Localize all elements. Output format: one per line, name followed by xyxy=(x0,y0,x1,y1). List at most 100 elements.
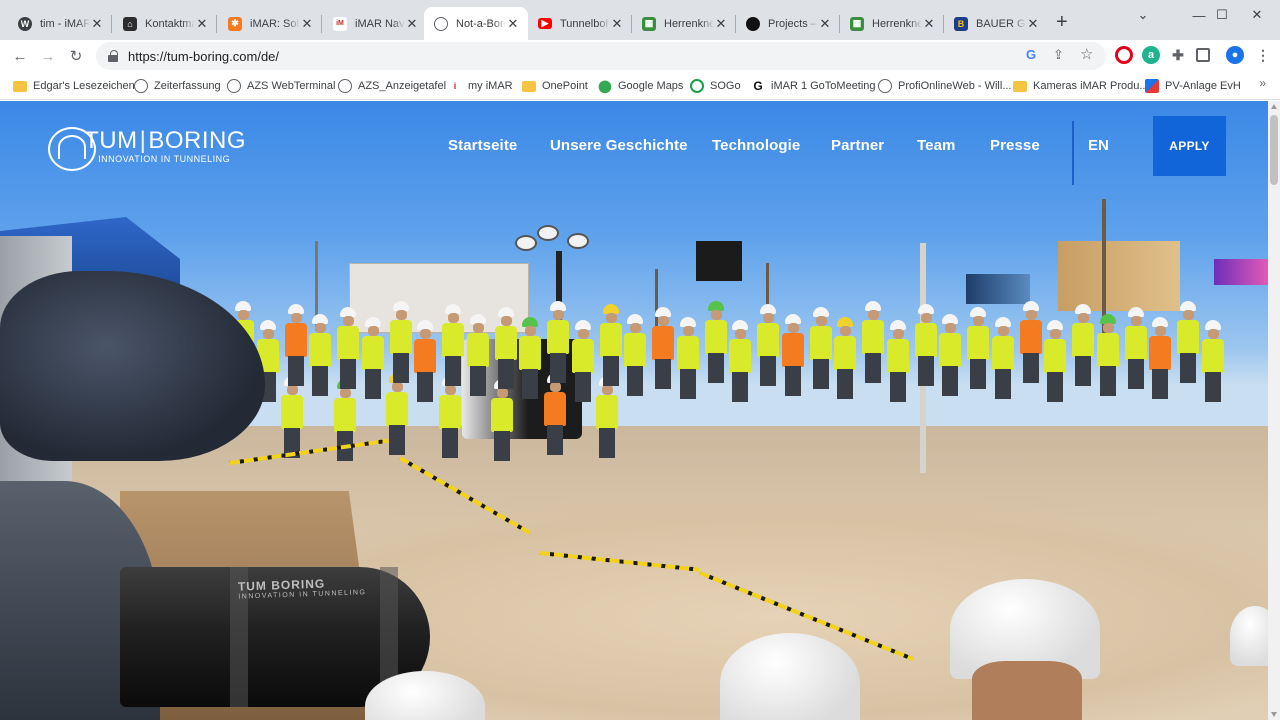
tab-title: Herrenkne xyxy=(872,17,922,30)
scroll-down-arrow-icon[interactable] xyxy=(1271,712,1277,717)
tab-4[interactable]: iM iMAR Navig ✕ xyxy=(323,7,427,40)
tab-9[interactable]: ▦ Herrenkne ✕ xyxy=(840,7,944,40)
joomla-house-icon: ⌂ xyxy=(123,16,137,31)
close-icon[interactable]: ✕ xyxy=(1026,16,1040,32)
bookmark-folder[interactable]: OnePoint xyxy=(522,77,588,95)
sogo-icon xyxy=(690,79,704,93)
bookmarks-bar: Edgar's Lesezeichen Zeiterfassung AZS We… xyxy=(0,72,1280,100)
bookmark-item[interactable]: PV-Anlage EvH xyxy=(1145,77,1241,95)
nav-startseite[interactable]: Startseite xyxy=(448,137,517,154)
globe-icon xyxy=(878,79,892,93)
apply-button[interactable]: APPLY xyxy=(1153,116,1226,176)
bookmark-item[interactable]: SOGo xyxy=(690,77,741,95)
close-icon[interactable]: ✕ xyxy=(90,16,104,32)
youtube-icon: ▶ xyxy=(538,18,552,29)
close-icon[interactable]: ✕ xyxy=(195,16,209,32)
back-button[interactable]: ← xyxy=(8,44,32,68)
language-switch-en[interactable]: EN xyxy=(1088,137,1109,154)
bookmark-item[interactable]: Zeiterfassung xyxy=(134,77,221,95)
scroll-up-arrow-icon[interactable] xyxy=(1271,104,1277,109)
folder-icon xyxy=(13,80,27,92)
globe-icon xyxy=(227,79,241,93)
close-icon[interactable]: ✕ xyxy=(922,16,936,32)
opera-extension-icon[interactable] xyxy=(1115,46,1133,64)
bookmark-item[interactable]: ProfiOnlineWeb - Will... xyxy=(878,77,1012,95)
tab-8[interactable]: Projects — ✕ xyxy=(736,7,840,40)
nav-team[interactable]: Team xyxy=(917,137,955,154)
tab-5-active[interactable]: Not-a-Bori ✕ xyxy=(424,7,528,40)
lock-icon[interactable] xyxy=(108,50,118,62)
joomla-icon: ✱ xyxy=(228,16,242,31)
bookmark-star-icon[interactable]: ☆ xyxy=(1080,45,1093,63)
billboard xyxy=(1214,259,1268,285)
globe-icon xyxy=(134,79,148,93)
nav-technologie[interactable]: Technologie xyxy=(712,137,800,154)
folder-icon xyxy=(1013,80,1027,92)
tab-title: Tunnelboh xyxy=(560,17,610,30)
profile-avatar[interactable]: ● xyxy=(1226,46,1244,64)
nav-presse[interactable]: Presse xyxy=(990,137,1040,154)
imar-icon: iM xyxy=(333,16,347,31)
tab-10[interactable]: B BAUER Gru ✕ xyxy=(944,7,1048,40)
reload-button[interactable]: ↻ xyxy=(64,44,88,68)
web-page: TUM BORING INNOVATION IN TUNNELING TUM|B… xyxy=(0,101,1268,720)
more-bookmarks-button[interactable]: » xyxy=(1259,76,1266,90)
bookmark-item[interactable]: AZS_Anzeigetafel xyxy=(338,77,446,95)
close-icon[interactable]: ✕ xyxy=(818,16,832,32)
gotomeeting-icon: G xyxy=(753,79,763,93)
billboard xyxy=(696,241,742,281)
close-icon[interactable]: ✕ xyxy=(610,16,624,32)
logo-text: TUM|BORING INNOVATION IN TUNNELING xyxy=(84,129,246,165)
menu-kebab-icon[interactable]: ⋮ xyxy=(1254,46,1272,64)
nav-divider xyxy=(1072,121,1074,185)
forward-button[interactable]: → xyxy=(36,44,60,68)
site-header: TUM|BORING INNOVATION IN TUNNELING Start… xyxy=(0,101,1268,201)
scrollbar-thumb[interactable] xyxy=(1270,115,1278,185)
extensions-puzzle-icon[interactable]: ✚ xyxy=(1169,46,1187,64)
share-icon[interactable]: ⇪ xyxy=(1053,47,1064,63)
tab-6[interactable]: ▶ Tunnelboh ✕ xyxy=(528,7,632,40)
tab-title: iMAR: Solu xyxy=(250,17,300,30)
browser-toolbar: ← → ↻ https://tum-boring.com/de/ G ⇪ ☆ xyxy=(0,40,1280,72)
close-icon[interactable]: ✕ xyxy=(714,16,728,32)
logo-wordmark: TUM|BORING xyxy=(84,127,246,154)
tab-3[interactable]: ✱ iMAR: Solu ✕ xyxy=(218,7,322,40)
bookmark-folder[interactable]: Edgar's Lesezeichen xyxy=(13,77,135,95)
projects-icon xyxy=(746,16,760,31)
tab-strip: W tim - iMAR ✕ ⌂ Kontaktma ✕ ✱ iMAR: Sol… xyxy=(0,0,1280,40)
bookmark-item[interactable]: ⬤ Google Maps xyxy=(598,77,683,95)
a-extension-icon[interactable]: a xyxy=(1142,46,1160,64)
worker-face xyxy=(972,661,1082,720)
wordpress-icon: W xyxy=(18,16,32,31)
logo-tagline: INNOVATION IN TUNNELING xyxy=(98,154,231,164)
url-text[interactable]: https://tum-boring.com/de/ xyxy=(128,49,279,64)
bookmark-item[interactable]: i my iMAR xyxy=(448,77,513,95)
tab-search-chevron-icon[interactable]: ⌄ xyxy=(1120,0,1166,30)
bookmark-folder[interactable]: Kameras iMAR Produ... xyxy=(1013,77,1149,95)
tarp xyxy=(0,271,265,461)
new-tab-button[interactable]: + xyxy=(1056,12,1068,32)
tab-2[interactable]: ⌂ Kontaktma ✕ xyxy=(113,7,217,40)
address-bar[interactable]: https://tum-boring.com/de/ xyxy=(96,42,1106,70)
herrenknecht-icon: ▦ xyxy=(642,16,656,31)
tum-boring-logo[interactable]: TUM|BORING INNOVATION IN TUNNELING xyxy=(46,123,246,171)
tab-title: Herrenkne xyxy=(664,17,714,30)
foreground-hard-hat xyxy=(1230,606,1268,666)
tab-7[interactable]: ▦ Herrenkne ✕ xyxy=(632,7,736,40)
side-panel-icon[interactable] xyxy=(1196,48,1210,62)
tab-1[interactable]: W tim - iMAR ✕ xyxy=(8,7,112,40)
folder-icon xyxy=(522,80,536,92)
close-icon[interactable]: ✕ xyxy=(405,16,419,32)
tunnel-logo-icon xyxy=(46,125,97,171)
bookmark-item[interactable]: GiMAR 1 GoToMeeting xyxy=(751,77,875,95)
page-scrollbar[interactable] xyxy=(1268,101,1280,720)
tab-title: Not-a-Bori xyxy=(456,17,506,30)
google-translate-icon[interactable]: G xyxy=(1026,47,1036,62)
bookmark-item[interactable]: AZS WebTerminal xyxy=(227,77,335,95)
close-window-button[interactable]: ✕ xyxy=(1234,0,1280,30)
tab-title: iMAR Navig xyxy=(355,17,405,30)
nav-partner[interactable]: Partner xyxy=(831,137,884,154)
close-icon[interactable]: ✕ xyxy=(300,16,314,32)
close-icon[interactable]: ✕ xyxy=(506,16,520,32)
nav-unsere-geschichte[interactable]: Unsere Geschichte xyxy=(550,137,688,154)
